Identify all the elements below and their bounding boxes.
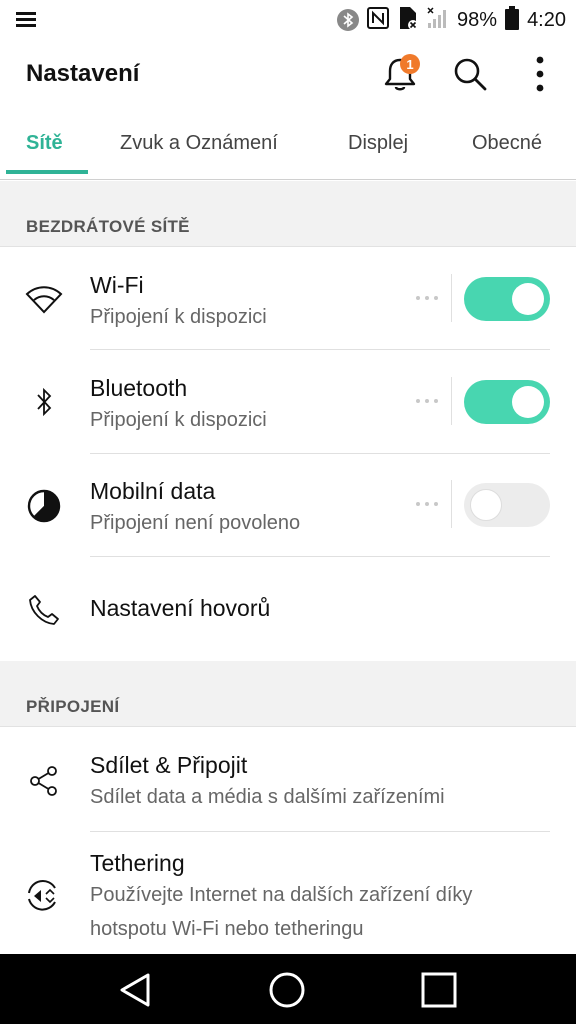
phone-icon <box>24 590 64 630</box>
setting-subtitle: Připojení k dispozici <box>90 409 267 431</box>
nfc-icon <box>367 6 390 34</box>
setting-row-tethering[interactable]: Tethering Používejte Internet na dalších… <box>0 832 576 954</box>
menu-icon <box>16 12 36 28</box>
more-vert-icon <box>536 56 544 92</box>
setting-row-share-connect[interactable]: Sdílet & Připojit Sdílet data a média s … <box>0 728 576 832</box>
setting-title: Mobilní data <box>90 478 216 504</box>
search-icon <box>454 58 487 91</box>
notifications-button[interactable]: 1 <box>378 52 422 96</box>
divider <box>90 349 550 350</box>
page-title: Nastavení <box>26 60 140 87</box>
navigation-bar <box>0 954 576 1024</box>
divider-vertical <box>451 274 452 322</box>
bluetooth-toggle[interactable] <box>464 380 550 424</box>
mobile-data-icon <box>24 486 64 526</box>
bluetooth-icon <box>24 382 64 422</box>
more-dots-icon[interactable] <box>416 502 438 508</box>
setting-subtitle: Sdílet data a média s dalšími zařízeními <box>90 786 445 808</box>
search-button[interactable] <box>448 52 492 96</box>
more-options-button[interactable] <box>518 52 562 96</box>
sim-icon <box>397 5 419 36</box>
setting-row-wifi[interactable]: Wi-Fi Připojení k dispozici <box>0 248 576 350</box>
setting-subtitle: Připojení není povoleno <box>90 512 301 534</box>
mobile-data-toggle[interactable] <box>464 483 550 527</box>
section-header-connections: PŘIPOJENÍ <box>0 661 576 727</box>
tab-general[interactable]: Obecné <box>472 132 542 155</box>
back-button[interactable] <box>113 968 157 1012</box>
setting-subtitle-line-2: hotspotu Wi-Fi nebo tetheringu <box>90 918 364 940</box>
section-title: PŘIPOJENÍ <box>26 697 120 716</box>
setting-title: Bluetooth <box>90 375 188 401</box>
signal-icon <box>427 6 449 34</box>
status-bar: 98% 4:20 <box>0 0 576 40</box>
setting-title: Tethering <box>90 850 185 876</box>
active-tab-indicator <box>6 170 88 174</box>
recents-button[interactable] <box>417 968 461 1012</box>
divider-vertical <box>451 377 452 425</box>
home-icon <box>269 972 305 1008</box>
home-button[interactable] <box>265 968 309 1012</box>
wifi-toggle[interactable] <box>464 277 550 321</box>
tethering-icon <box>24 875 64 915</box>
tab-sound-notifications[interactable]: Zvuk a Oznámení <box>120 132 278 155</box>
divider-vertical <box>451 480 452 528</box>
share-icon <box>24 761 64 801</box>
tab-site[interactable]: Sítě <box>26 132 63 155</box>
setting-row-call-settings[interactable]: Nastavení hovorů <box>0 557 576 660</box>
setting-title: Nastavení hovorů <box>90 595 271 621</box>
setting-row-mobile-data[interactable]: Mobilní data Připojení není povoleno <box>0 454 576 557</box>
recents-icon <box>421 972 457 1008</box>
setting-subtitle-line-1: Používejte Internet na dalších zařízení … <box>90 884 473 906</box>
bluetooth-icon <box>337 9 360 31</box>
battery-icon <box>505 5 520 35</box>
clock: 4:20 <box>527 8 566 31</box>
wifi-icon <box>24 279 64 319</box>
tab-display[interactable]: Displej <box>348 132 408 155</box>
tab-bar: Sítě Zvuk a Oznámení Displej Obecné <box>0 110 576 180</box>
setting-title: Wi-Fi <box>90 272 144 298</box>
setting-subtitle: Připojení k dispozici <box>90 306 267 328</box>
back-icon <box>120 973 150 1007</box>
notification-badge: 1 <box>400 54 420 74</box>
status-icons: 98% 4:20 <box>337 5 566 36</box>
setting-row-bluetooth[interactable]: Bluetooth Připojení k dispozici <box>0 351 576 454</box>
section-header-wireless: BEZDRÁTOVÉ SÍTĚ <box>0 181 576 247</box>
more-dots-icon[interactable] <box>416 296 438 302</box>
section-title: BEZDRÁTOVÉ SÍTĚ <box>26 217 190 236</box>
setting-title: Sdílet & Připojit <box>90 752 248 778</box>
more-dots-icon[interactable] <box>416 399 438 405</box>
battery-percent: 98% <box>457 8 498 31</box>
app-bar: Nastavení 1 <box>0 40 576 110</box>
